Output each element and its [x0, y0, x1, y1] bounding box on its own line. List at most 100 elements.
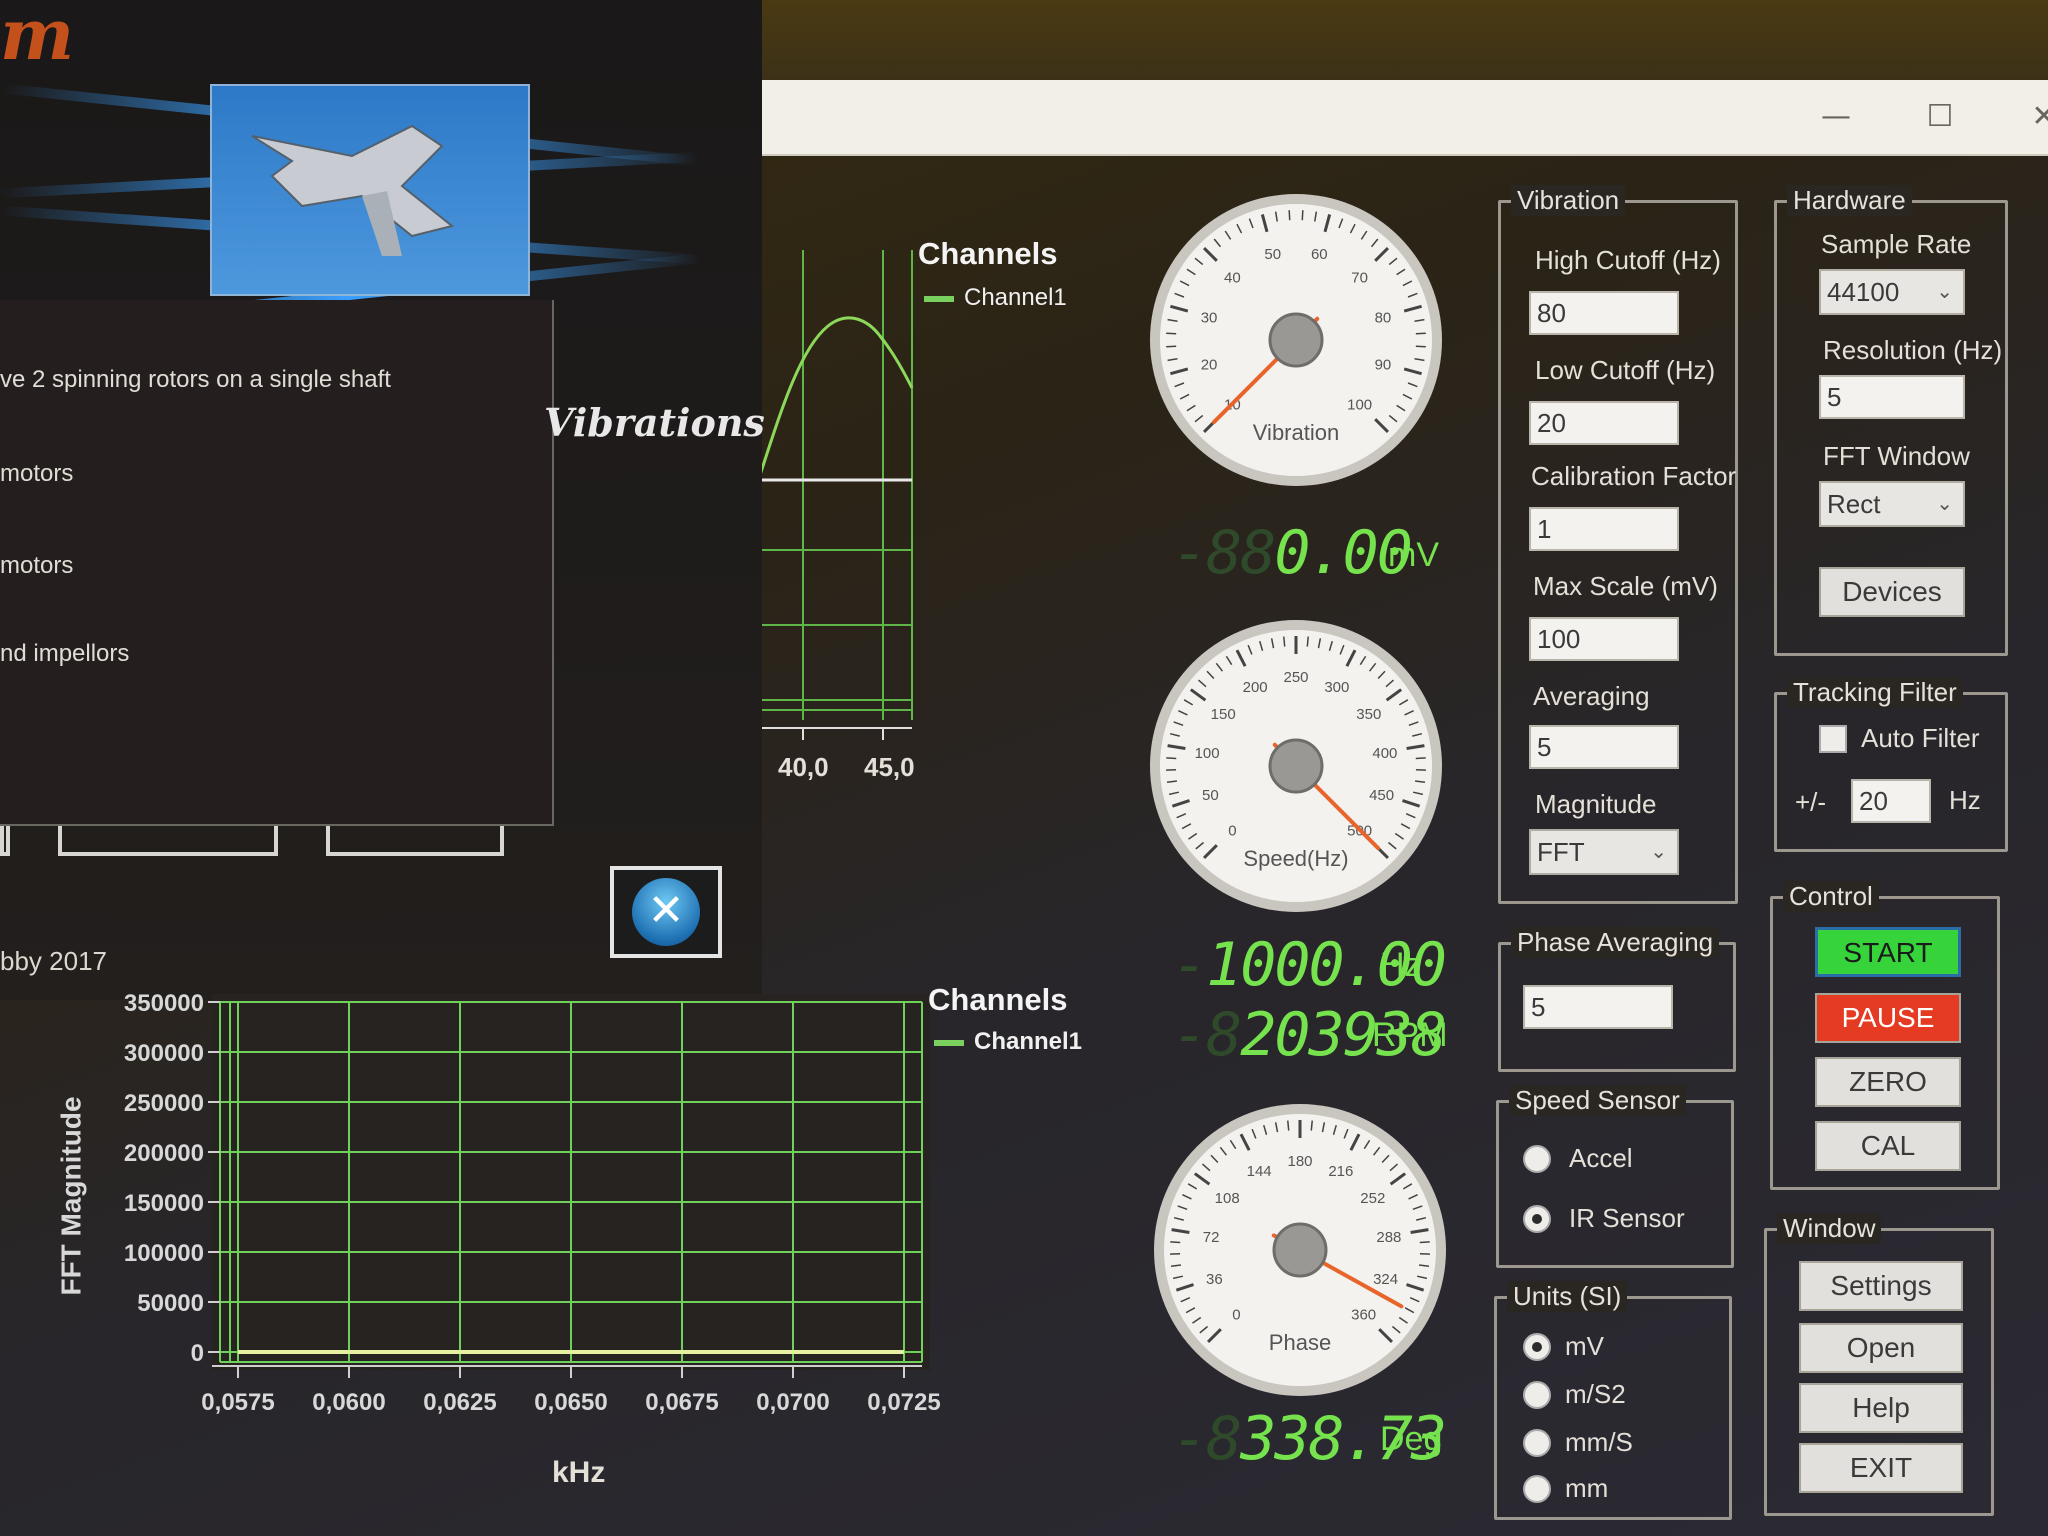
close-icon: ✕	[632, 878, 700, 946]
gauge-tick-label: 216	[1328, 1163, 1353, 1180]
unit-mv-radio[interactable]	[1523, 1333, 1551, 1361]
vibration-gauge: 102030405060708090100Vibration	[1150, 194, 1442, 486]
fft-y-tick-label: 0	[191, 1340, 204, 1367]
splash-text-line: nd impellors	[0, 640, 130, 667]
group-title: Window	[1777, 1213, 1882, 1244]
zero-button[interactable]: ZERO	[1815, 1057, 1961, 1107]
open-button[interactable]: Open	[1799, 1323, 1963, 1373]
accel-radio[interactable]	[1523, 1145, 1551, 1173]
vibration-settings-group: Vibration High Cutoff (Hz) 80 Low Cutoff…	[1498, 185, 1738, 904]
gauge-tick	[1287, 1120, 1290, 1131]
calibration-factor-input[interactable]: 1	[1529, 507, 1679, 551]
fft-x-tick-label: 0,0675	[645, 1389, 718, 1416]
splash-text-line: motors	[0, 460, 74, 487]
fft-x-tick-label: 0,0625	[423, 1389, 496, 1416]
splash-option-button[interactable]	[326, 826, 504, 856]
chevron-down-icon: ⌄	[1936, 493, 1953, 515]
speed-unit: Hz	[1380, 946, 1422, 984]
unit-mm-radio[interactable]	[1523, 1475, 1551, 1503]
max-scale-label: Max Scale (mV)	[1533, 571, 1718, 601]
minimize-icon[interactable]: —	[1806, 90, 1866, 144]
pause-button[interactable]: PAUSE	[1815, 993, 1961, 1043]
gauge-tick-label: 20	[1201, 356, 1218, 373]
tracking-filter-group: Tracking Filter Auto Filter +/- 20 Hz	[1774, 677, 2008, 852]
low-cutoff-label: Low Cutoff (Hz)	[1535, 355, 1716, 385]
gauge-tick-label: 0	[1232, 1307, 1240, 1324]
unit-mms-label: mm/S	[1565, 1427, 1633, 1457]
group-title: Phase Averaging	[1511, 927, 1720, 958]
gauge-hub	[1268, 312, 1324, 368]
splash-option-button[interactable]	[0, 826, 10, 856]
hardware-group: Hardware Sample Rate 44100 ⌄ Resolution (…	[1774, 185, 2008, 656]
resolution-label: Resolution (Hz)	[1823, 335, 2003, 365]
fft-x-tick-label: 0,0575	[201, 1389, 274, 1416]
tracking-width-input[interactable]: 20	[1851, 779, 1931, 823]
vibration-readout: -880.00	[1172, 518, 1413, 588]
maximize-icon[interactable]: ☐	[1910, 90, 1970, 144]
gauge-tick-label: 50	[1202, 787, 1219, 804]
unit-mms-radio[interactable]	[1523, 1429, 1551, 1457]
close-icon[interactable]: ✕	[2014, 90, 2048, 144]
fft-y-tick-label: 150000	[124, 1190, 204, 1217]
settings-button[interactable]: Settings	[1799, 1261, 1963, 1311]
ir-sensor-radio-label: IR Sensor	[1569, 1203, 1685, 1233]
gauge-tick	[1310, 1120, 1313, 1131]
gauge-tick	[1166, 345, 1177, 348]
gauge-tick-label: 400	[1372, 745, 1397, 762]
fft-y-tick-label: 200000	[124, 1140, 204, 1167]
fft-window-select[interactable]: Rect ⌄	[1819, 481, 1965, 527]
cal-button[interactable]: CAL	[1815, 1121, 1961, 1171]
unit-mm-label: mm	[1565, 1473, 1609, 1503]
unit-ms2-label: m/S2	[1565, 1379, 1626, 1409]
group-title: Hardware	[1787, 185, 1912, 216]
gauge-tick-label: 100	[1195, 745, 1220, 762]
sample-rate-label: Sample Rate	[1821, 229, 1972, 259]
gauge-tick-label: 150	[1211, 706, 1236, 723]
gauge-tick-label: 324	[1373, 1271, 1398, 1288]
max-scale-input[interactable]: 100	[1529, 617, 1679, 661]
plusminus-label: +/-	[1795, 787, 1827, 817]
sample-rate-select[interactable]: 44100 ⌄	[1819, 269, 1965, 315]
top-chart-tick-label: 40,0	[778, 752, 829, 782]
fft-y-tick-label: 100000	[124, 1240, 204, 1267]
auto-filter-checkbox[interactable]	[1819, 725, 1847, 753]
averaging-input[interactable]: 5	[1529, 725, 1679, 769]
help-button[interactable]: Help	[1799, 1383, 1963, 1433]
unit-ms2-radio[interactable]	[1523, 1381, 1551, 1409]
copyright-text: bby 2017	[0, 946, 107, 976]
calibration-factor-label: Calibration Factor	[1531, 461, 1737, 491]
fft-chart: 350000 300000 250000 200000 150000 100000 5000…	[124, 990, 941, 1416]
splash-close-button[interactable]: ✕	[610, 866, 722, 958]
fft-legend-item: Channel1	[934, 1028, 1082, 1056]
low-cutoff-input[interactable]: 20	[1529, 401, 1679, 445]
start-button[interactable]: START	[1815, 927, 1961, 977]
top-chart	[750, 250, 914, 740]
high-cutoff-label: High Cutoff (Hz)	[1535, 245, 1721, 275]
magnitude-select[interactable]: FFT ⌄	[1529, 829, 1679, 875]
legend-swatch	[924, 295, 954, 302]
gauge-tick	[1166, 332, 1177, 335]
vibration-unit: mV	[1388, 536, 1439, 574]
fft-x-tick-label: 0,0700	[756, 1389, 829, 1416]
tracking-unit-label: Hz	[1949, 785, 1981, 815]
high-cutoff-input[interactable]: 80	[1529, 291, 1679, 335]
legend-swatch	[934, 1039, 964, 1046]
units-group: Units (SI) mV m/S2 mm/S mm	[1494, 1281, 1732, 1520]
phase-unit: Deg	[1380, 1420, 1443, 1458]
gauge-tick-label: 108	[1215, 1190, 1240, 1207]
gauge-tick-label: 252	[1360, 1190, 1385, 1207]
gauge-tick	[1301, 210, 1304, 221]
gauge-tick-label: 36	[1206, 1271, 1223, 1288]
vibrations-logo: Vibrations	[544, 400, 765, 445]
ir-sensor-radio[interactable]	[1523, 1205, 1551, 1233]
phase-averaging-input[interactable]: 5	[1523, 985, 1673, 1029]
unit-mv-label: mV	[1565, 1331, 1604, 1361]
gauge-tick-label: 40	[1224, 269, 1241, 286]
splash-option-button[interactable]	[58, 826, 278, 856]
rpm-unit: RPM	[1372, 1016, 1448, 1054]
gauge-tick	[1166, 757, 1177, 760]
devices-button[interactable]: Devices	[1819, 567, 1965, 617]
exit-button[interactable]: EXIT	[1799, 1443, 1963, 1493]
resolution-input[interactable]: 5	[1819, 375, 1965, 419]
gauge-tick	[1415, 345, 1426, 348]
